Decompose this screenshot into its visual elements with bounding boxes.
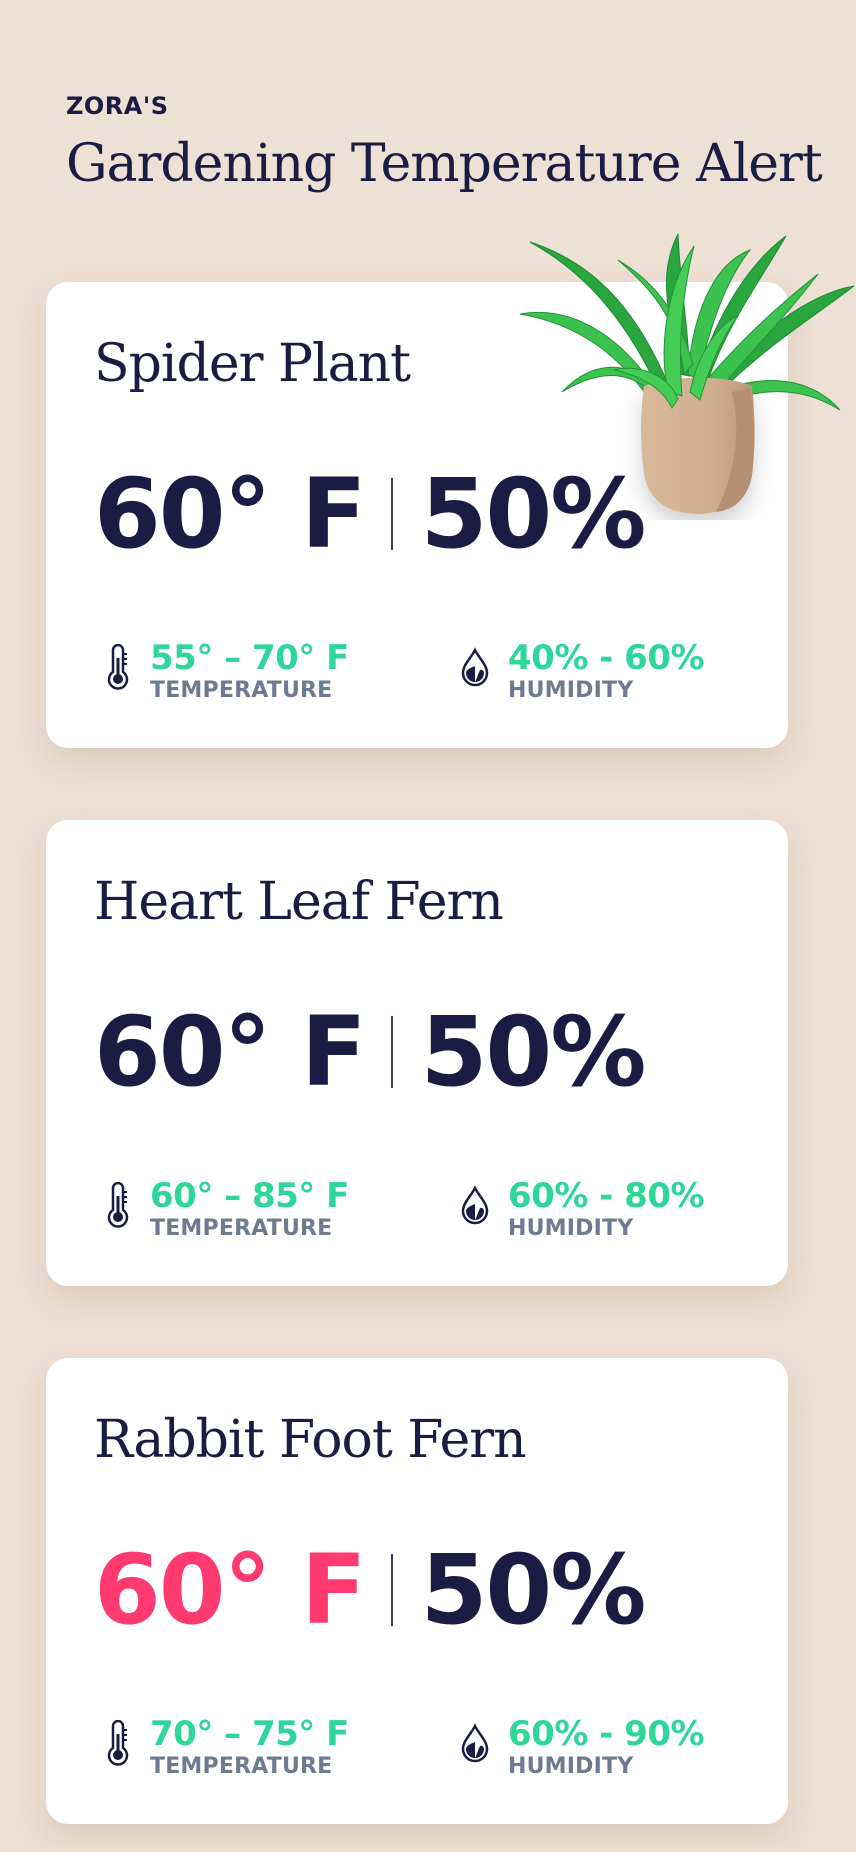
temperature-range-label: TEMPERATURE [150,1216,333,1241]
temperature-range: 60° – 85° F TEMPERATURE [102,1178,349,1242]
thermometer-icon [102,644,132,690]
temperature-range-label: TEMPERATURE [150,1754,333,1779]
current-temperature: 60° F [94,458,367,570]
brand-name: ZORA'S [66,92,169,120]
current-readings: 60° F 50% [94,1534,647,1646]
reading-divider [390,1554,393,1626]
temperature-range-value: 60° – 85° F [150,1176,349,1216]
humidity-range-value: 40% - 60% [508,638,705,678]
water-drop-icon [460,644,490,690]
humidity-range-label: HUMIDITY [508,1216,634,1241]
humidity-range-value: 60% - 80% [508,1176,705,1216]
plant-name: Spider Plant [94,334,411,394]
temperature-range-label: TEMPERATURE [150,678,333,703]
page-header: ZORA'S Gardening Temperature Alert [66,92,823,194]
humidity-range: 60% - 90% HUMIDITY [460,1714,705,1780]
reading-divider [390,1016,393,1088]
current-humidity: 50% [420,1534,647,1646]
thermometer-icon [102,1720,132,1766]
current-temperature: 60° F [94,996,367,1108]
temperature-range-value: 70° – 75° F [150,1714,349,1754]
temperature-range: 55° – 70° F TEMPERATURE [102,640,349,704]
humidity-range: 40% - 60% HUMIDITY [460,638,705,704]
current-readings: 60° F 50% [94,996,647,1108]
plant-card-rabbit-foot-fern[interactable]: Rabbit Foot Fern 60° F 50% 70° – 75° F T… [46,1358,788,1824]
potted-plant-illustration [518,224,856,520]
plant-name: Heart Leaf Fern [94,872,504,932]
reading-divider [390,478,393,550]
humidity-range-label: HUMIDITY [508,678,634,703]
current-temperature-alert: 60° F [94,1534,367,1646]
water-drop-icon [460,1720,490,1766]
humidity-range: 60% - 80% HUMIDITY [460,1176,705,1242]
page-title: Gardening Temperature Alert [66,134,823,194]
current-humidity: 50% [420,996,647,1108]
plant-card-heart-leaf-fern[interactable]: Heart Leaf Fern 60° F 50% 60° – 85° F TE… [46,820,788,1286]
humidity-range-label: HUMIDITY [508,1754,634,1779]
water-drop-icon [460,1182,490,1228]
temperature-range: 70° – 75° F TEMPERATURE [102,1716,349,1780]
temperature-range-value: 55° – 70° F [150,638,349,678]
humidity-range-value: 60% - 90% [508,1714,705,1754]
plant-name: Rabbit Foot Fern [94,1410,527,1470]
thermometer-icon [102,1182,132,1228]
